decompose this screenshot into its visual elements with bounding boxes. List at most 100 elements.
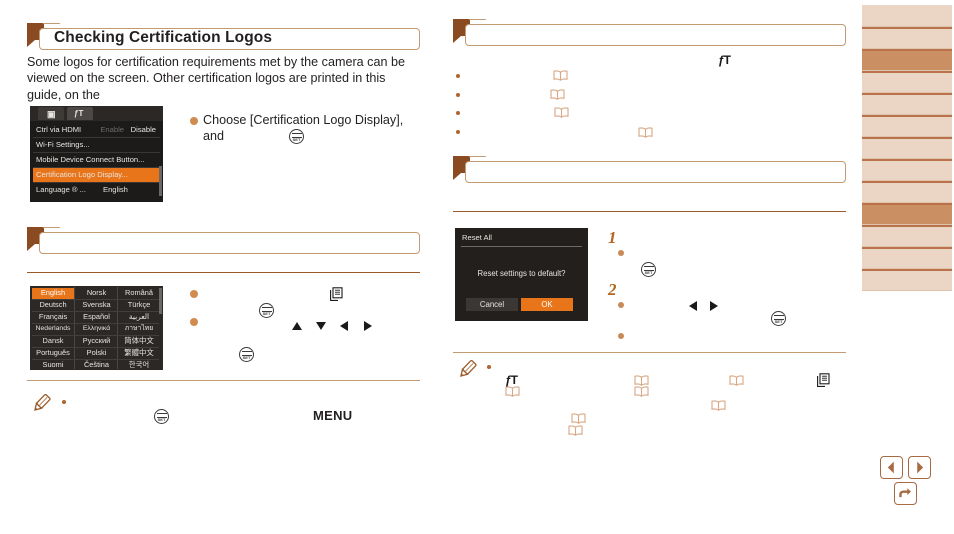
note-bullet [487,365,491,369]
func-set-icon: SET [641,262,656,277]
page-reference-book-icon [729,375,744,386]
language-scrollbar[interactable] [159,288,162,314]
language-cell[interactable]: Română [119,288,159,299]
menu-row-label: Wi-Fi Settings... [36,140,90,149]
note-bullet [62,400,66,404]
setup-wrench-icon: ƒT [74,109,84,118]
language-cell[interactable]: Español [76,312,117,323]
arrow-left-icon [340,321,348,331]
camera-tab-shooting[interactable]: ▣ [38,107,64,120]
step-bullet [618,250,624,256]
language-cell[interactable]: English [32,288,74,299]
language-cell[interactable]: Nederlands [32,324,74,335]
sidebar-tab-9[interactable] [862,181,952,203]
arrow-left-icon [689,301,697,311]
menu-scrollbar[interactable] [159,166,162,196]
language-grid-divider [32,323,159,324]
page-reference-book-icon [568,425,583,436]
setup-wrench-icon: ƒT [505,373,518,387]
func-set-icon: SET [259,303,274,318]
note-divider [453,352,846,354]
language-cell[interactable]: العربية [119,312,159,323]
menu-row-value: English [103,185,128,194]
page-reference-book-icon [634,386,649,397]
manual-page: Checking Certification Logos Some logos … [0,0,954,534]
menu-row-certification-logo-display[interactable]: Certification Logo Display... [33,168,160,182]
page-reference-book-icon [553,70,568,81]
language-cell[interactable]: Suomi [32,360,74,370]
page-reference-book-icon [550,89,565,100]
sidebar-tab-3[interactable] [862,49,952,71]
language-cell[interactable]: Ελληνικά [76,324,117,335]
menu-row-label: Certification Logo Display... [36,170,128,179]
language-cell[interactable]: Deutsch [32,300,74,311]
language-grid-divider [32,335,159,336]
menu-row-value: Disable [130,125,156,134]
language-cell[interactable]: Dansk [32,336,74,347]
language-cell[interactable]: Polski [76,348,117,359]
menu-row-label: Mobile Device Connect Button... [36,155,145,164]
left-column: Checking Certification Logos Some logos … [27,0,420,534]
page-reference-book-icon [505,386,520,397]
sidebar-tab-13[interactable] [862,269,952,291]
page-reference-book-icon [554,107,569,118]
step-bullet [618,302,624,308]
next-page-button[interactable] [908,456,931,479]
pencil-icon [456,358,478,380]
language-step-bullet-2 [190,318,198,326]
page-reference-book-icon [711,400,726,411]
language-cell[interactable]: Čeština [76,360,117,370]
sidebar-tab-8[interactable] [862,159,952,181]
language-grid-divider [32,359,159,360]
language-cell[interactable]: Русский [76,336,117,347]
sidebar-tab-11[interactable] [862,225,952,247]
previous-page-button[interactable] [880,456,903,479]
page-reference-book-icon [638,127,653,138]
func-set-icon: SET [289,129,304,144]
dialog-title: Reset All [462,233,492,242]
sidebar-tab-12[interactable] [862,247,952,269]
camera-tab-setup[interactable]: ƒT [67,107,93,120]
page-reference-book-icon [571,413,586,424]
language-cell[interactable]: Norsk [76,288,117,299]
step-number-1: 1 [608,228,617,247]
setup-wrench-icon: ƒT [718,53,731,67]
menu-card-icon [817,373,830,387]
section-rule [453,211,846,213]
page-reference-book-icon [634,375,649,386]
sidebar-tab-1[interactable] [862,5,952,27]
language-cell[interactable]: 繁體中文 [119,348,159,359]
sidebar-tab-2[interactable] [862,27,952,49]
sidebar-tab-6[interactable] [862,115,952,137]
language-grid-divider [32,299,159,300]
arrow-down-icon [316,322,326,330]
camera-menu-screenshot: ▣ ƒT Ctrl via HDMI Enable Disable Wi-Fi … [30,106,163,202]
language-cell[interactable]: Türkçe [119,300,159,311]
language-cell[interactable]: 한국어 [119,360,159,370]
step-number-2: 2 [608,280,617,299]
language-cell[interactable]: Svenska [76,300,117,311]
menu-row-label: Language ® ... [36,185,86,194]
arrow-right-icon [364,321,372,331]
language-cell[interactable]: ภาษาไทย [119,324,159,335]
language-cell[interactable]: 简体中文 [119,336,159,347]
page-title: Checking Certification Logos [54,29,273,46]
language-cell[interactable]: Português [32,348,74,359]
dialog-cancel-button[interactable]: Cancel [466,298,518,311]
menu-row-ctrl-via-hdmi[interactable]: Ctrl via HDMI Enable Disable [33,123,160,137]
menu-row-language[interactable]: Language ® ... English [33,183,160,197]
return-to-top-button[interactable] [894,482,917,505]
sidebar-tab-5[interactable] [862,93,952,115]
section-header-right-2 [453,156,846,185]
language-grid-divider [32,347,159,348]
list-bullet [456,111,460,115]
dialog-ok-button[interactable]: OK [521,298,573,311]
menu-row-wifi-settings[interactable]: Wi-Fi Settings... [33,138,160,152]
menu-row-label: Ctrl via HDMI [36,125,82,134]
arrow-right-icon [710,301,718,311]
sidebar-tab-10[interactable] [862,203,952,225]
language-cell[interactable]: Français [32,312,74,323]
menu-row-mobile-device-connect-button[interactable]: Mobile Device Connect Button... [33,153,160,167]
sidebar-tab-4[interactable] [862,71,952,93]
sidebar-tab-7[interactable] [862,137,952,159]
